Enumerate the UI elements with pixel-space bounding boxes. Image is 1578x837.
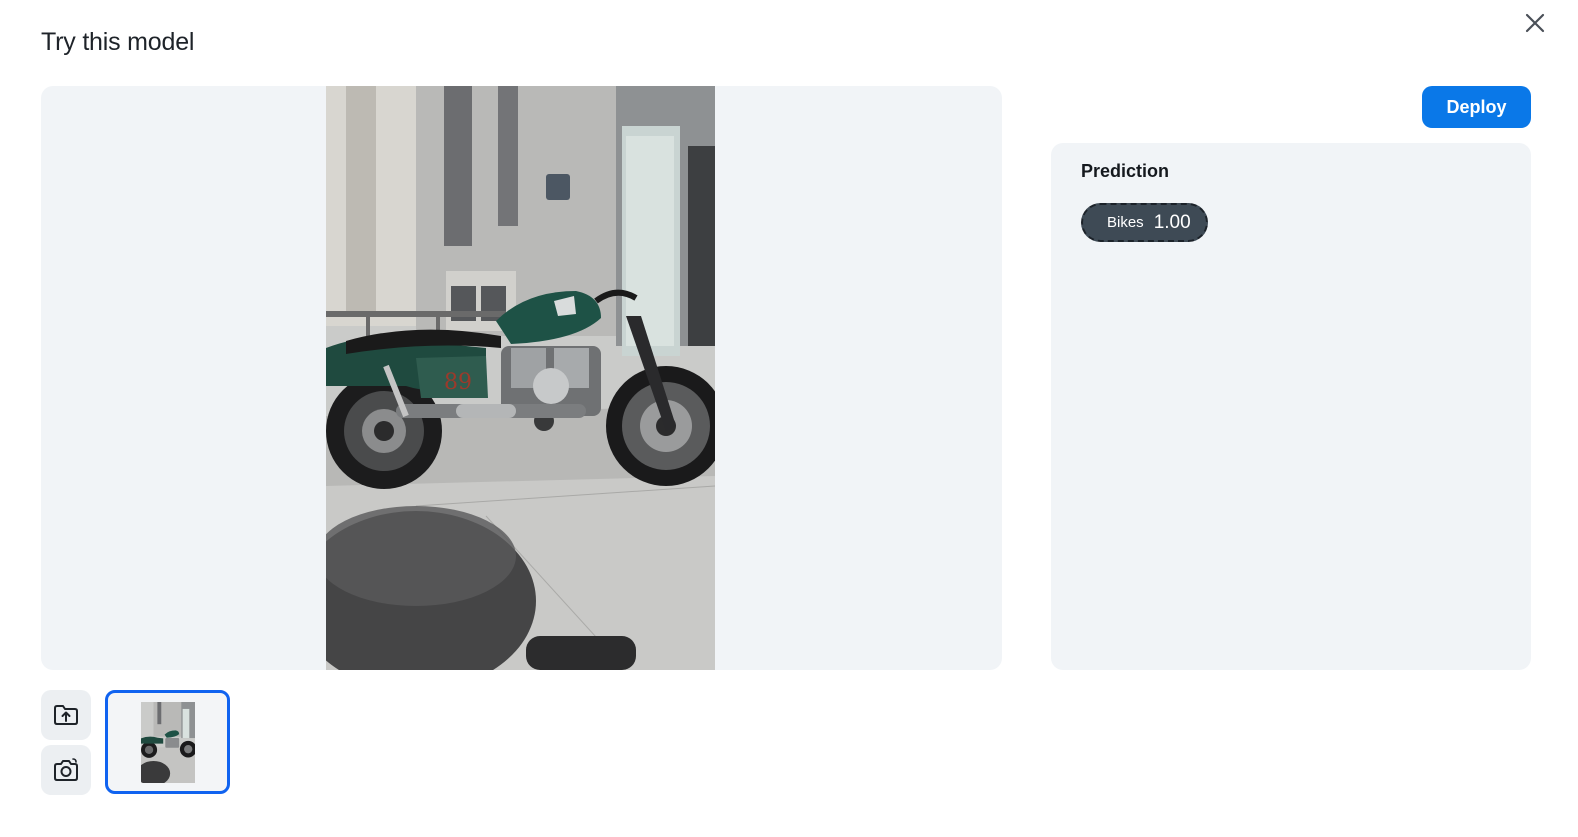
prediction-label: Bikes xyxy=(1107,214,1144,231)
close-button[interactable] xyxy=(1522,10,1548,36)
try-model-dialog: Try this model 89 Deploy Prediction Bike… xyxy=(0,0,1578,837)
upload-folder-icon xyxy=(54,705,78,725)
prediction-score: 1.00 xyxy=(1153,211,1191,233)
camera-button[interactable] xyxy=(41,745,91,795)
deploy-button[interactable]: Deploy xyxy=(1422,86,1531,128)
upload-image-button[interactable] xyxy=(41,690,91,740)
image-preview-panel: 89 xyxy=(41,86,1002,670)
image-thumbnail-selected[interactable] xyxy=(105,690,230,794)
camera-icon xyxy=(54,758,78,781)
dialog-title: Try this model xyxy=(41,28,195,56)
thumbnail-image xyxy=(140,701,195,783)
prediction-panel: Prediction Bikes 1.00 xyxy=(1051,143,1531,670)
tank-number: 89 xyxy=(444,370,472,395)
preview-image: 89 xyxy=(326,86,715,670)
prediction-chip[interactable]: Bikes 1.00 xyxy=(1081,203,1208,242)
close-icon xyxy=(1525,13,1545,33)
prediction-title: Prediction xyxy=(1081,161,1170,181)
